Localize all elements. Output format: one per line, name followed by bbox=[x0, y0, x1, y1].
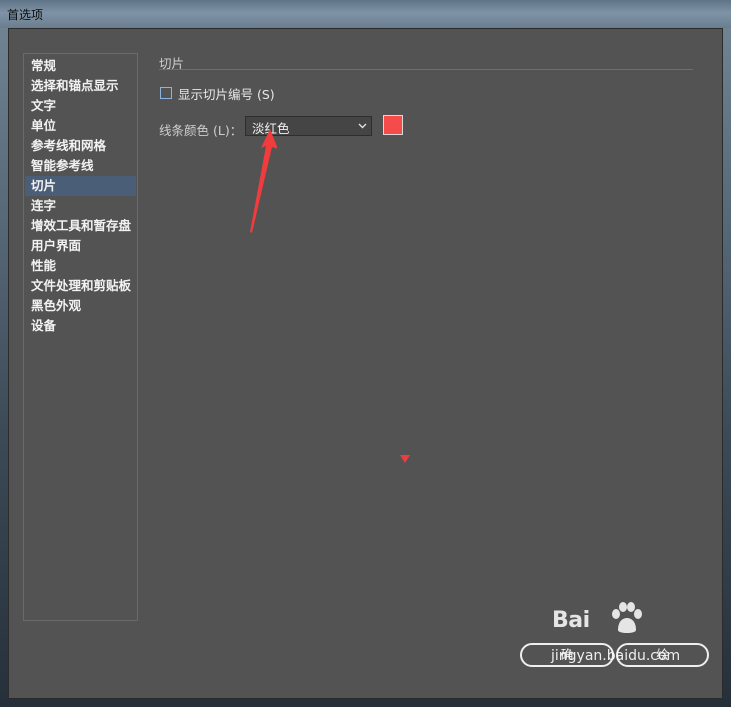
line-color-swatch[interactable] bbox=[383, 115, 403, 135]
preferences-dialog: 常规 选择和锚点显示 文字 单位 参考线和网格 智能参考线 切片 连字 增效工具… bbox=[8, 28, 723, 699]
show-slice-numbers-checkbox[interactable] bbox=[160, 87, 172, 99]
window-frame-left bbox=[0, 28, 8, 707]
sidebar-item-plugins-scratch-disks[interactable]: 增效工具和暂存盘 bbox=[25, 216, 136, 236]
sidebar-item-smart-guides[interactable]: 智能参考线 bbox=[25, 156, 136, 176]
line-color-label: 线条颜色 (L)： bbox=[159, 123, 243, 138]
title-bar: 首选项 bbox=[0, 0, 731, 28]
window-title: 首选项 bbox=[7, 8, 44, 22]
sidebar-item-user-interface[interactable]: 用户界面 bbox=[25, 236, 136, 256]
sidebar-item-appearance-of-black[interactable]: 黑色外观 bbox=[25, 296, 136, 316]
paw-icon bbox=[612, 602, 642, 633]
section-divider bbox=[159, 69, 693, 70]
sidebar-item-guides-grid[interactable]: 参考线和网格 bbox=[25, 136, 136, 156]
sidebar-item-hyphenation[interactable]: 连字 bbox=[25, 196, 136, 216]
annotation-arrow-icon bbox=[250, 129, 277, 233]
window-frame-bottom bbox=[0, 699, 731, 707]
sidebar-item-performance[interactable]: 性能 bbox=[25, 256, 136, 276]
sidebar-item-slices[interactable]: 切片 bbox=[25, 176, 136, 196]
sidebar-item-file-handling-clipboard[interactable]: 文件处理和剪贴板 bbox=[25, 276, 136, 296]
watermark-brand: Bai bbox=[552, 608, 590, 633]
baidu-watermark: Bai jingyan.baidu.com bbox=[540, 600, 730, 690]
show-slice-numbers-label[interactable]: 显示切片编号 (S) bbox=[178, 84, 275, 103]
sidebar-item-units[interactable]: 单位 bbox=[25, 116, 136, 136]
category-sidebar: 常规 选择和锚点显示 文字 单位 参考线和网格 智能参考线 切片 连字 增效工具… bbox=[23, 53, 138, 621]
watermark-url: jingyan.baidu.com bbox=[551, 648, 681, 664]
sidebar-item-type[interactable]: 文字 bbox=[25, 96, 136, 116]
sidebar-item-selection-anchor-display[interactable]: 选择和锚点显示 bbox=[25, 76, 136, 96]
sidebar-item-general[interactable]: 常规 bbox=[25, 56, 136, 76]
chevron-down-icon bbox=[358, 123, 367, 129]
category-list: 常规 选择和锚点显示 文字 单位 参考线和网格 智能参考线 切片 连字 增效工具… bbox=[24, 56, 137, 336]
sidebar-item-devices[interactable]: 设备 bbox=[25, 316, 136, 336]
red-triangle-marker-icon bbox=[400, 455, 410, 463]
